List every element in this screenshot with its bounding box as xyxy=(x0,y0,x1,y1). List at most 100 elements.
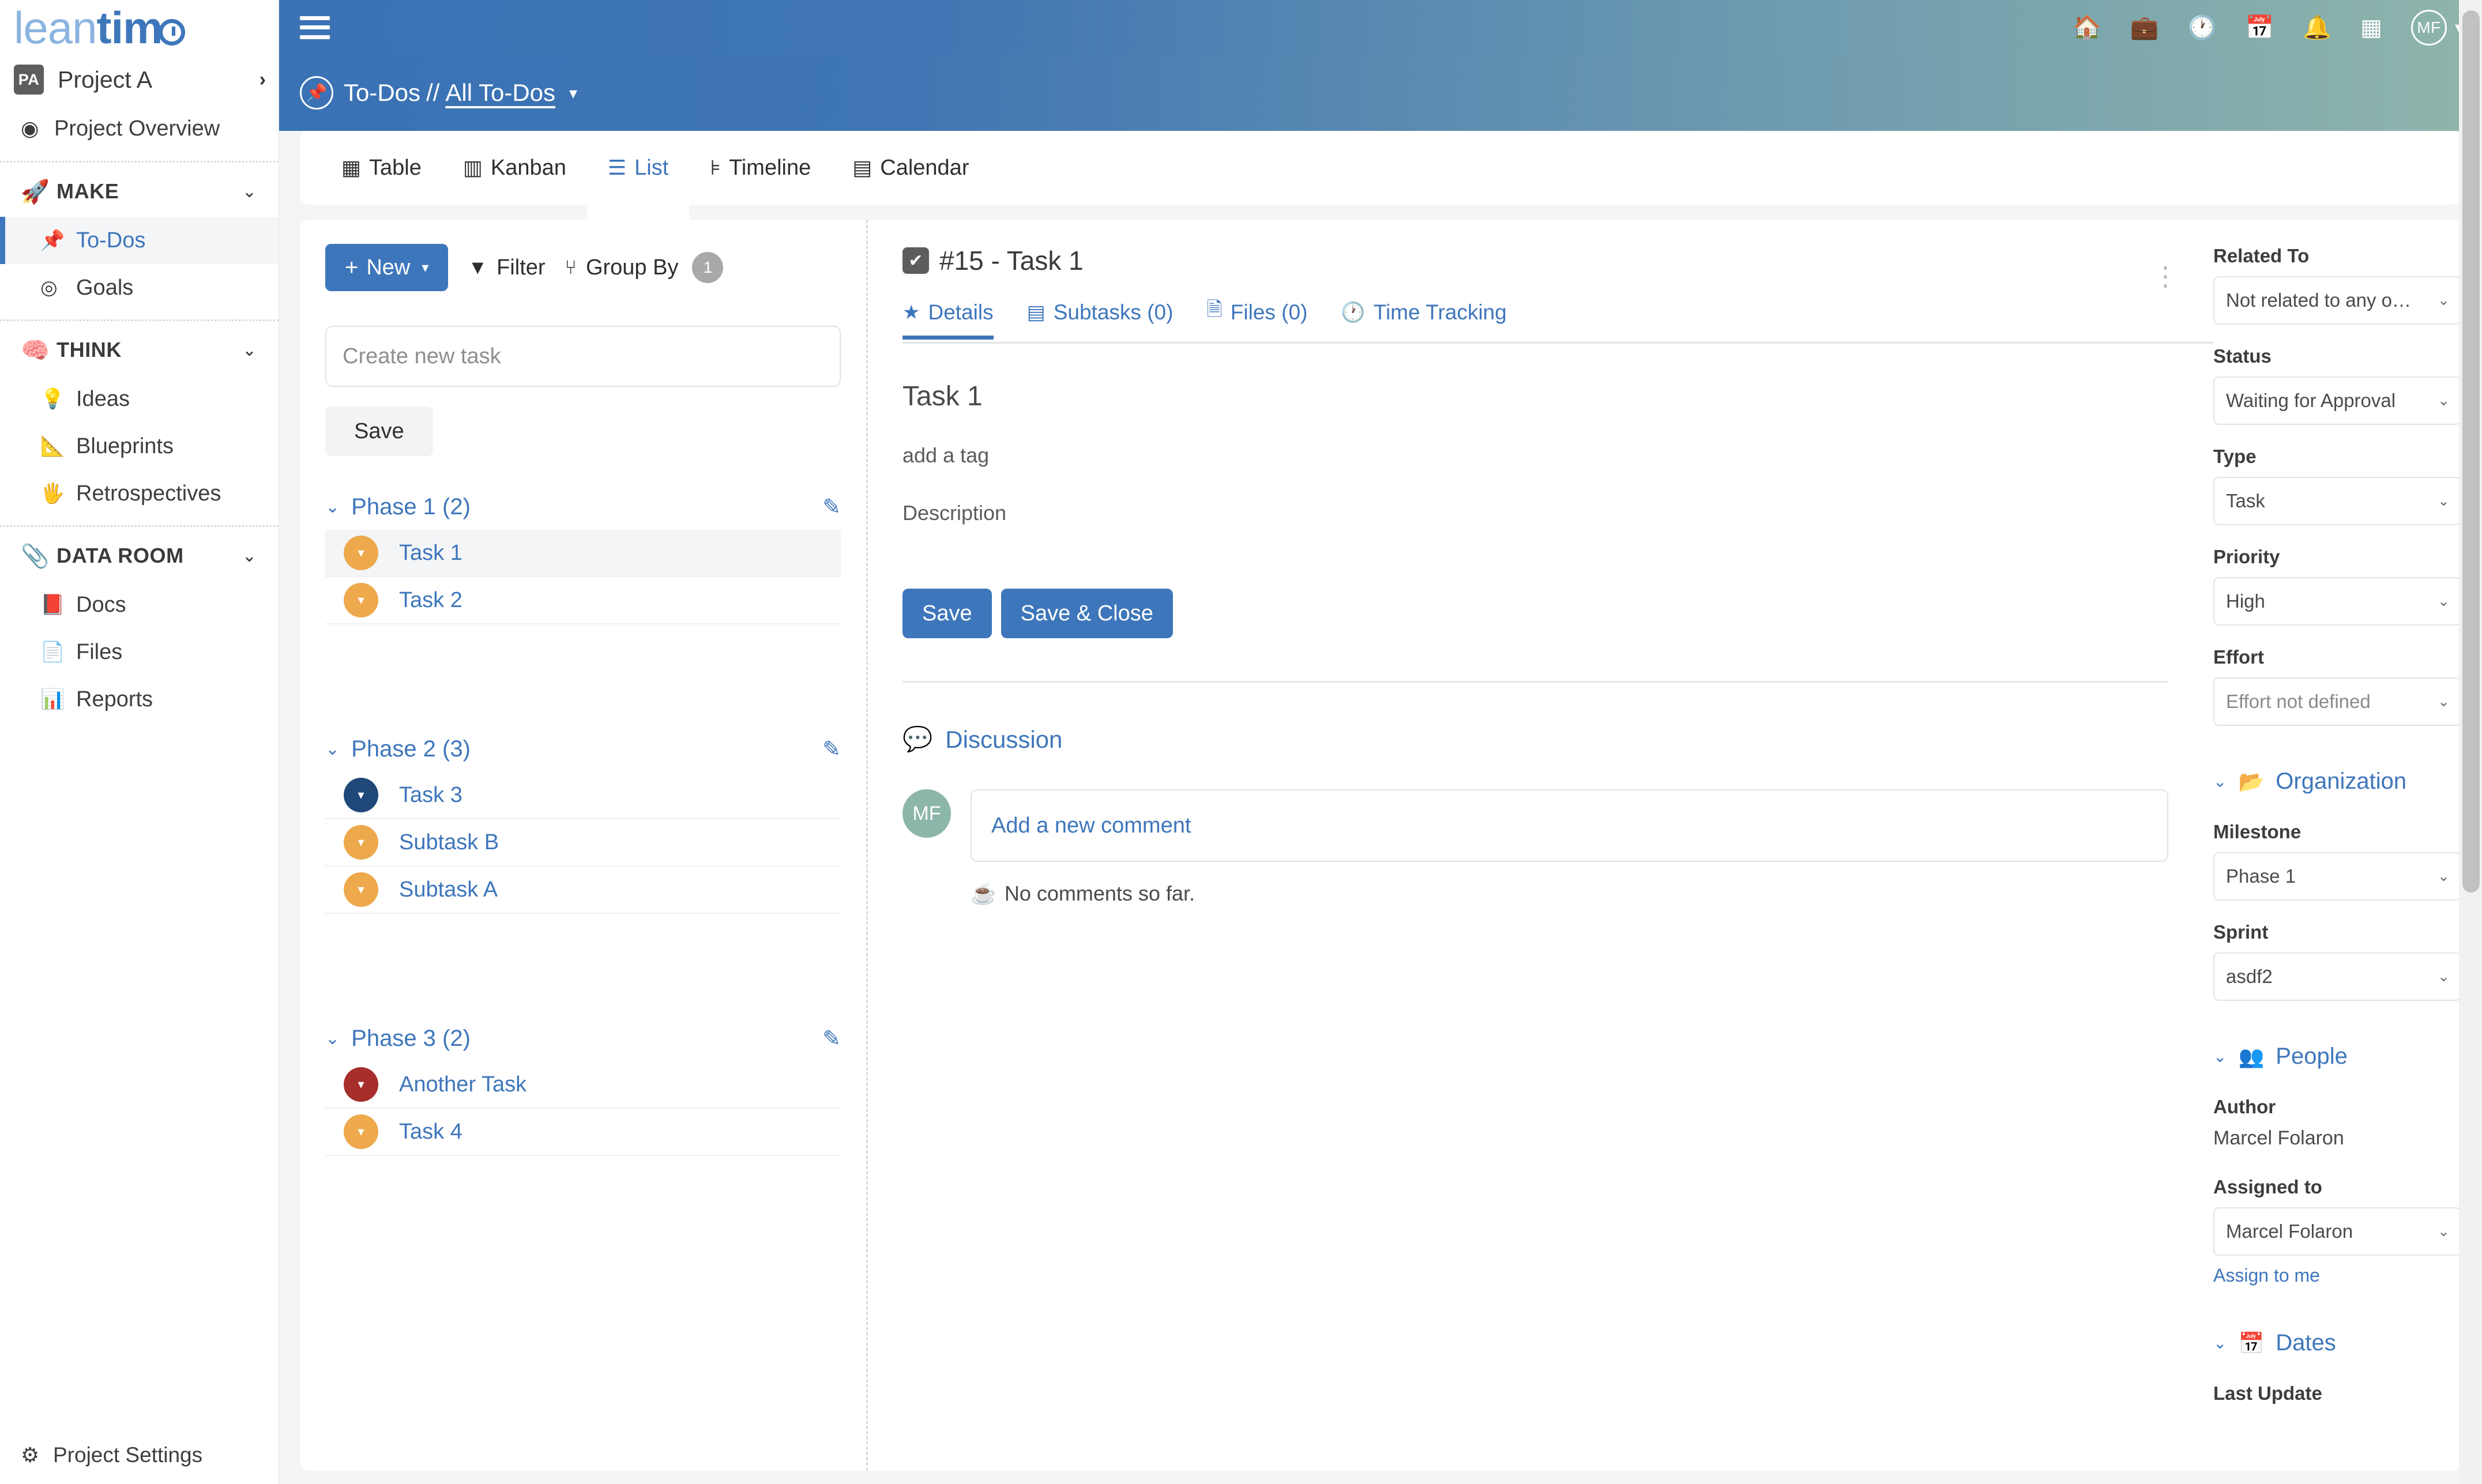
status-badge[interactable]: ▾ xyxy=(344,778,378,812)
sidebar-group-make[interactable]: 🚀 MAKE ⌄ xyxy=(0,166,279,217)
chevron-right-icon[interactable]: › xyxy=(260,69,266,91)
task-complete-checkbox[interactable]: ✔ xyxy=(902,247,929,274)
sidebar-item-docs[interactable]: 📕 Docs xyxy=(0,581,279,628)
phase-title: Phase 2 (3) xyxy=(351,736,471,762)
sidebar-item-project-overview[interactable]: ◉ Project Overview xyxy=(0,104,279,153)
phase-header[interactable]: ⌄ Phase 3 (2) ✎ xyxy=(325,1015,841,1061)
task-name[interactable]: Task 3 xyxy=(399,783,462,808)
sidebar-group-data-room[interactable]: 📎 DATA ROOM ⌄ xyxy=(0,530,279,581)
scrollbar-thumb[interactable] xyxy=(2462,10,2480,892)
sidebar-item-goals[interactable]: ◎ Goals xyxy=(0,264,279,311)
breadcrumb-filter-link[interactable]: All To-Dos xyxy=(445,79,555,107)
sidebar-item-files[interactable]: 📄 Files xyxy=(0,628,279,676)
calendar-icon[interactable]: 📅 xyxy=(2246,16,2274,39)
status-badge[interactable]: ▾ xyxy=(344,1067,378,1102)
sidebar-item-reports[interactable]: 📊 Reports xyxy=(0,676,279,723)
task-name[interactable]: Subtask B xyxy=(399,830,499,855)
page-scrollbar[interactable] xyxy=(2459,0,2482,1484)
sidebar-group-think[interactable]: 🧠 THINK ⌄ xyxy=(0,325,279,375)
tab-kanban[interactable]: ▥ Kanban xyxy=(442,131,587,205)
section-organization[interactable]: ⌄ 📂 Organization xyxy=(2213,769,2461,794)
project-switcher[interactable]: PA Project A › xyxy=(0,55,279,104)
grid-apps-icon[interactable]: ▦ xyxy=(2360,16,2382,39)
add-tag-field[interactable]: add a tag xyxy=(902,443,2213,468)
filter-button[interactable]: ▼ Filter xyxy=(468,255,545,280)
tab-files[interactable]: 🗎 Files (0) xyxy=(1206,296,1328,344)
table-row[interactable]: ▾ Another Task xyxy=(325,1061,841,1109)
sidebar-item-retrospectives[interactable]: 🖐 Retrospectives xyxy=(0,470,279,517)
chevron-down-icon[interactable]: ⌄ xyxy=(325,1029,340,1049)
sidebar-item-project-settings[interactable]: ⚙ Project Settings xyxy=(0,1426,279,1484)
priority-select[interactable]: High ⌄ xyxy=(2213,577,2461,626)
status-badge[interactable]: ▾ xyxy=(344,583,378,617)
table-row[interactable]: ▾ Task 2 xyxy=(325,577,841,624)
table-row[interactable]: ▾ Task 1 xyxy=(325,530,841,577)
tab-subtasks[interactable]: ▤ Subtasks (0) xyxy=(1027,300,1194,340)
list-icon: ☰ xyxy=(607,156,627,179)
task-name[interactable]: Task 1 xyxy=(399,541,462,566)
group-by-button[interactable]: ⑂ Group By 1 xyxy=(565,252,724,283)
table-row[interactable]: ▾ Subtask A xyxy=(325,867,841,914)
hamburger-menu-icon[interactable] xyxy=(300,16,330,39)
type-select[interactable]: Task ⌄ xyxy=(2213,477,2461,525)
task-name[interactable]: Another Task xyxy=(399,1072,527,1097)
related-to-select[interactable]: Not related to any o… ⌄ xyxy=(2213,276,2461,325)
chevron-down-icon[interactable]: ⌄ xyxy=(242,340,257,360)
overflow-menu-icon[interactable]: ⋮ xyxy=(2152,263,2179,290)
home-icon[interactable]: 🏠 xyxy=(2073,16,2101,39)
new-button[interactable]: + New ▾ xyxy=(325,244,449,291)
milestone-select[interactable]: Phase 1 ⌄ xyxy=(2213,852,2461,901)
chevron-down-icon[interactable]: ▾ xyxy=(569,84,577,103)
bell-icon[interactable]: 🔔 xyxy=(2303,16,2331,39)
task-name[interactable]: Subtask A xyxy=(399,877,498,902)
save-and-close-button[interactable]: Save & Close xyxy=(1001,589,1173,638)
select-value: Waiting for Approval xyxy=(2226,390,2396,411)
assign-to-me-link[interactable]: Assign to me xyxy=(2213,1265,2320,1286)
status-badge[interactable]: ▾ xyxy=(344,872,378,907)
file-icon: 📄 xyxy=(40,641,65,663)
tab-time-tracking[interactable]: 🕐 Time Tracking xyxy=(1341,300,1527,340)
tab-details[interactable]: ★ Details xyxy=(902,300,1014,340)
section-people[interactable]: ⌄ 👥 People xyxy=(2213,1044,2461,1069)
table-row[interactable]: ▾ Subtask B xyxy=(325,819,841,867)
save-new-task-button[interactable]: Save xyxy=(325,406,433,456)
description-field[interactable]: Description xyxy=(902,501,2213,525)
status-badge[interactable]: ▾ xyxy=(344,1114,378,1149)
task-name[interactable]: Task 4 xyxy=(399,1120,462,1144)
sidebar-item-ideas[interactable]: 💡 Ideas xyxy=(0,375,279,423)
table-row[interactable]: ▾ Task 3 xyxy=(325,772,841,819)
chevron-down-icon[interactable]: ⌄ xyxy=(325,739,340,759)
clock-icon[interactable]: 🕐 xyxy=(2188,16,2217,39)
chevron-down-icon[interactable]: ⌄ xyxy=(325,497,340,517)
status-badge[interactable]: ▾ xyxy=(344,825,378,860)
table-row[interactable]: ▾ Task 4 xyxy=(325,1109,841,1156)
user-menu[interactable]: MF ▾ xyxy=(2410,9,2462,46)
sprint-select[interactable]: asdf2 ⌄ xyxy=(2213,952,2461,1001)
chevron-down-icon: ⌄ xyxy=(2438,868,2450,884)
tab-list[interactable]: ☰ List xyxy=(586,131,690,228)
edit-icon[interactable]: ✎ xyxy=(822,736,841,762)
chevron-down-icon[interactable]: ⌄ xyxy=(242,182,257,202)
status-select[interactable]: Waiting for Approval ⌄ xyxy=(2213,376,2461,425)
effort-select[interactable]: Effort not defined ⌄ xyxy=(2213,677,2461,726)
comment-input[interactable]: Add a new comment xyxy=(971,789,2168,862)
edit-icon[interactable]: ✎ xyxy=(822,494,841,520)
sidebar-item-blueprints[interactable]: 📐 Blueprints xyxy=(0,423,279,470)
section-dates[interactable]: ⌄ 📅 Dates xyxy=(2213,1330,2461,1356)
status-badge[interactable]: ▾ xyxy=(344,536,378,570)
edit-icon[interactable]: ✎ xyxy=(822,1026,841,1052)
tab-timeline[interactable]: ⊧ Timeline xyxy=(689,131,832,205)
tab-table[interactable]: ▦ Table xyxy=(321,131,442,205)
chevron-down-icon[interactable]: ⌄ xyxy=(242,546,257,566)
tab-calendar[interactable]: ▤ Calendar xyxy=(832,131,990,205)
phase-header[interactable]: ⌄ Phase 2 (3) ✎ xyxy=(325,726,841,772)
phase-header[interactable]: ⌄ Phase 1 (2) ✎ xyxy=(325,484,841,530)
create-new-task-input[interactable] xyxy=(325,326,841,387)
task-name-field[interactable]: Task 1 xyxy=(902,381,2213,412)
briefcase-icon[interactable]: 💼 xyxy=(2130,16,2159,39)
assigned-to-select[interactable]: Marcel Folaron ⌄ xyxy=(2213,1207,2461,1256)
brand-logo[interactable]: leantim xyxy=(0,0,279,55)
save-button[interactable]: Save xyxy=(902,589,992,638)
task-name[interactable]: Task 2 xyxy=(399,588,462,613)
sidebar-item-to-dos[interactable]: 📌 To-Dos xyxy=(0,217,279,264)
